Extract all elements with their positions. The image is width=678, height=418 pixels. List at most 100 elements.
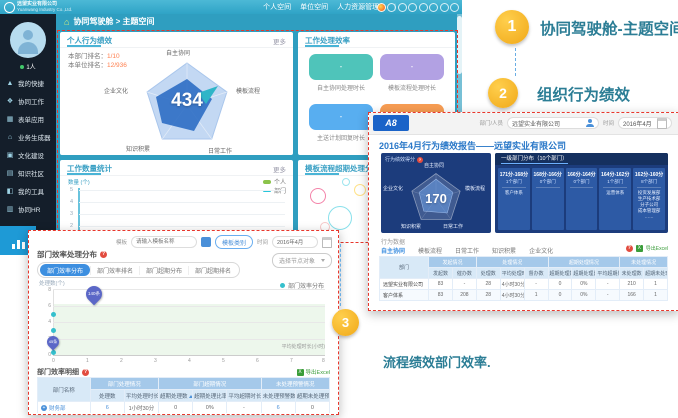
report-header: A8 部门/人员 远望实业有限公司 时间 2016年4月 <box>369 113 678 135</box>
app-topbar: 远望实业有限公司 Yuanwang Industry Co.,Ltd. 个人空间… <box>0 0 462 14</box>
col-header[interactable]: 平均处理时长 <box>500 268 524 279</box>
tab-culture[interactable]: 企业文化 <box>529 246 553 255</box>
dept-count: 1个部门 <box>599 179 631 185</box>
col-header[interactable]: 处理数 <box>476 268 500 279</box>
apps-icon[interactable] <box>440 3 449 12</box>
dept-filter-label: 部门/人员 <box>479 119 503 127</box>
sidebar-item-forms[interactable]: ▦表单应用 <box>0 110 56 128</box>
tab-overdue-dist[interactable]: 部门超期分布 <box>139 266 188 275</box>
score-column[interactable]: 166分-164分 0个部门 <box>566 168 598 230</box>
calendar-icon[interactable] <box>322 237 332 248</box>
x-tick: 2 <box>120 358 123 364</box>
col-header[interactable]: 超期未处理预警数 <box>295 390 329 402</box>
annotation-badge-3: 3 <box>332 309 359 336</box>
tab-knowledge[interactable]: 知识积累 <box>492 246 516 255</box>
sidebar-item-tools[interactable]: ◧我的工具 <box>0 182 56 200</box>
sidebar-item-culture[interactable]: ▣文化建设 <box>0 146 56 164</box>
tab-efficiency-dist[interactable]: 部门效率分布 <box>40 264 90 276</box>
col-header[interactable]: 发起数 <box>429 268 453 279</box>
message-icon[interactable] <box>419 3 428 12</box>
cell[interactable]: 6 <box>261 402 295 414</box>
radar-axis-label: 知识积累 <box>401 223 421 230</box>
process-performance-window: 模板 模板类别 时间 选择节点对象 部门效率处理分布 部门效率分布 部门效率排名… <box>28 230 339 415</box>
sidebar-item-label: 业务生成器 <box>18 132 51 142</box>
col-header[interactable]: 超期处理比率 <box>193 390 227 402</box>
col-header[interactable]: 处理数 <box>90 390 124 402</box>
tab-template-process[interactable]: 模板流程 <box>418 246 442 255</box>
forward-icon[interactable] <box>408 3 417 12</box>
tab-efficiency-rank[interactable]: 部门效率排名 <box>90 266 139 275</box>
help-icon[interactable] <box>100 251 107 258</box>
sidebar-item-builder[interactable]: ⌂业务生成器 <box>0 128 56 146</box>
col-header[interactable]: 平均处理时长 <box>124 390 158 402</box>
expand-plus-icon[interactable] <box>41 405 47 411</box>
export-label[interactable]: 导出Excel <box>646 245 668 252</box>
cell: 28 <box>476 279 500 290</box>
col-header[interactable]: 未处理数 <box>620 268 644 279</box>
cell: 83 <box>429 279 453 290</box>
col-header[interactable]: 超期处理数 <box>548 268 572 279</box>
sidebar-item-collaboration[interactable]: ❖协同工作 <box>0 92 56 110</box>
avatar-head-icon <box>23 30 33 40</box>
theme-icon[interactable] <box>377 3 386 12</box>
report-title: 2016年4月行为绩效报告——远望实业有限公司 <box>379 139 566 152</box>
chevron-down-icon <box>321 259 325 262</box>
cell: 1 <box>524 290 548 301</box>
score-column[interactable]: 171分-168分 1个部门 客户体系 <box>498 168 530 230</box>
col-header[interactable]: 平均超期时长 <box>227 390 261 402</box>
settings-icon[interactable] <box>450 3 459 12</box>
dept-cell[interactable]: 远望实业有限公司 <box>380 279 429 290</box>
dept-cell[interactable]: 财务部 <box>38 402 91 414</box>
divider <box>536 187 560 188</box>
cell[interactable]: 6 <box>90 402 124 414</box>
sidebar-item-hr[interactable]: ▥协同HR <box>0 200 56 218</box>
sidebar-item-knowledge[interactable]: ▤知识社区 <box>0 164 56 182</box>
help-icon[interactable] <box>626 245 633 252</box>
tab-overdue-rank[interactable]: 部门超期排名 <box>188 266 237 275</box>
cell: 83 <box>429 290 453 301</box>
dept-cell[interactable]: 客户体系 <box>380 290 429 301</box>
col-header[interactable]: 平均超期处理时长 <box>596 268 620 279</box>
hr-icon: ▥ <box>6 205 14 213</box>
behavior-data-label: 行为数据 <box>381 237 405 246</box>
col-header[interactable]: 督办数 <box>524 268 548 279</box>
distribution-columns: 171分-168分 1个部门 客户体系 168分-166分 0个部门 166分-… <box>498 168 665 230</box>
dept-input[interactable]: 远望实业有限公司 <box>507 117 599 129</box>
avatar[interactable] <box>10 22 46 58</box>
tools-icon: ◧ <box>6 187 14 195</box>
tab-daily-work[interactable]: 日常工作 <box>455 246 479 255</box>
excel-icon[interactable] <box>636 245 643 252</box>
template-category-button[interactable]: 模板类别 <box>215 235 253 249</box>
score-column[interactable]: 168分-166分 0个部门 <box>532 168 564 230</box>
template-picker-icon[interactable] <box>201 237 211 247</box>
nav-unit-space[interactable]: 单位空间 <box>300 2 328 12</box>
col-header[interactable]: 超期未处理数 <box>644 268 668 279</box>
col-group: 未处理情况 <box>620 257 668 268</box>
tab-first-level-depts[interactable]: 一级部门分布（10个部门） <box>501 154 568 164</box>
col-header[interactable]: 超期处理数 <box>159 390 193 402</box>
sidebar-item-shortcuts[interactable]: ▲我的快捷 <box>0 74 56 92</box>
score-column[interactable]: 164分-162分 1个部门 运营体系 <box>599 168 631 230</box>
help-icon[interactable] <box>82 369 89 376</box>
mention-icon[interactable] <box>429 3 438 12</box>
calendar-icon[interactable] <box>657 118 667 129</box>
help-circle-icon[interactable] <box>387 3 396 12</box>
node-select[interactable]: 选择节点对象 <box>272 253 332 268</box>
person-icon[interactable] <box>586 119 594 127</box>
back-icon[interactable] <box>398 3 407 12</box>
col-header[interactable]: 超期处理比率 <box>572 268 596 279</box>
tab-self-collab[interactable]: 自主协同 <box>381 246 405 255</box>
x-axis-label: 平均处理时长(小时) <box>282 343 325 350</box>
export-excel[interactable]: 导出Excel <box>297 368 330 376</box>
home-icon[interactable]: ⌂ <box>64 17 69 27</box>
template-search-input[interactable] <box>131 236 197 248</box>
col-header[interactable]: 未处理预警数 <box>261 390 295 402</box>
time-input[interactable] <box>272 236 318 248</box>
table-row: 远望实业有限公司 83 - 28 4小时30分 - 0 0% - 210 1 <box>380 279 668 290</box>
nav-personal-space[interactable]: 个人空间 <box>263 2 291 12</box>
score-column[interactable]: 162分-160分 8个部门 投资发展部 生产技术部 分子公司 成本管理部 …… <box>633 168 665 230</box>
help-icon[interactable] <box>417 157 423 163</box>
col-header[interactable]: 催办数 <box>452 268 476 279</box>
report-score: 170 <box>416 191 456 206</box>
time-input[interactable]: 2016年4月 <box>618 117 672 129</box>
